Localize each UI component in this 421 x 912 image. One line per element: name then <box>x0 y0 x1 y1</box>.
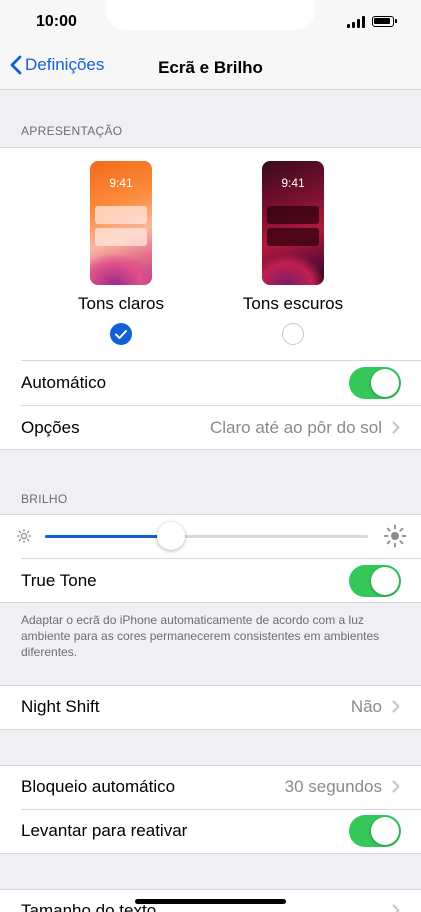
status-bar: 10:00 <box>0 0 421 44</box>
checkmark-icon <box>115 330 127 339</box>
page-title: Ecrã e Brilho <box>158 58 263 77</box>
light-mode-preview[interactable]: 9:41 <box>90 161 152 285</box>
options-label: Opções <box>21 418 80 437</box>
true-tone-toggle[interactable] <box>349 565 401 597</box>
auto-lock-label: Bloqueio automático <box>21 777 176 796</box>
true-tone-label: True Tone <box>21 571 97 590</box>
navigation-bar: Definições Ecrã e Brilho <box>0 44 421 90</box>
auto-lock-row[interactable]: Bloqueio automático 30 segundos <box>0 765 421 809</box>
night-shift-label: Night Shift <box>21 697 100 716</box>
chevron-right-icon <box>392 780 400 793</box>
light-mode-label: Tons claros <box>78 294 164 313</box>
preview-time: 9:41 <box>109 176 133 190</box>
automatic-row: Automático <box>0 361 421 405</box>
night-shift-value: Não <box>350 697 382 716</box>
sun-large-icon <box>383 524 407 548</box>
preview-wallpaper <box>262 255 324 285</box>
raise-to-wake-toggle[interactable] <box>349 815 401 847</box>
brightness-slider[interactable] <box>45 535 368 538</box>
raise-to-wake-label: Levantar para reativar <box>21 821 188 840</box>
brightness-slider-row <box>0 514 421 558</box>
signal-icon <box>347 16 367 28</box>
sun-small-icon <box>16 528 32 544</box>
automatic-label: Automático <box>21 373 107 392</box>
status-time: 10:00 <box>36 13 77 30</box>
true-tone-description: Adaptar o ecrã do iPhone automaticamente… <box>21 613 380 659</box>
dark-mode-label: Tons escuros <box>242 294 344 313</box>
brightness-slider-fill <box>45 535 171 538</box>
options-row[interactable]: Opções Claro até ao pôr do sol <box>0 406 421 450</box>
preview-card <box>95 206 147 224</box>
chevron-right-icon <box>392 904 400 912</box>
chevron-right-icon <box>392 700 400 713</box>
dark-mode-preview[interactable]: 9:41 <box>262 161 324 285</box>
preview-card <box>95 228 147 246</box>
night-shift-row[interactable]: Night Shift Não <box>0 685 421 729</box>
battery-icon <box>372 16 397 27</box>
raise-to-wake-row: Levantar para reativar <box>0 809 421 853</box>
preview-card <box>267 228 319 246</box>
auto-lock-value: 30 segundos <box>284 777 382 796</box>
brightness-slider-thumb[interactable] <box>156 522 185 550</box>
home-indicator[interactable] <box>135 899 286 904</box>
options-value: Claro até ao pôr do sol <box>210 418 382 437</box>
true-tone-row: True Tone <box>0 559 421 603</box>
section-header-appearance: APRESENTAÇÃO <box>21 124 123 138</box>
automatic-toggle[interactable] <box>349 367 401 399</box>
dark-mode-radio[interactable] <box>282 323 304 345</box>
preview-time: 9:41 <box>281 176 305 190</box>
notch <box>106 0 315 30</box>
light-mode-radio[interactable] <box>110 323 132 345</box>
section-header-brightness: BRILHO <box>21 492 68 506</box>
preview-wallpaper <box>90 255 152 285</box>
chevron-right-icon <box>392 421 400 434</box>
preview-card <box>267 206 319 224</box>
